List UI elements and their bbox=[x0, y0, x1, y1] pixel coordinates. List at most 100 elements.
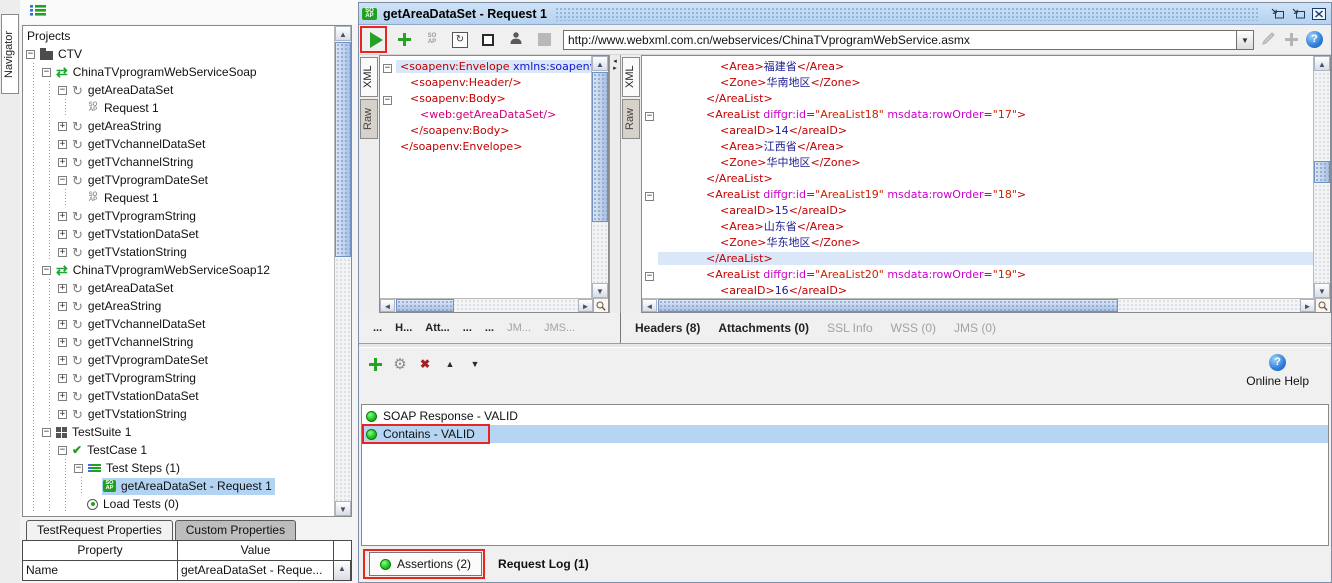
collapse-box[interactable]: − bbox=[58, 445, 67, 455]
help-button[interactable]: ? bbox=[1306, 31, 1323, 48]
endpoint-url-input[interactable] bbox=[563, 29, 1237, 50]
expand-box[interactable]: + bbox=[58, 157, 67, 167]
assertions-tab[interactable]: Assertions (2) bbox=[369, 552, 483, 576]
scroll-up-icon[interactable]: ▲ bbox=[592, 56, 608, 71]
editor-splitter[interactable]: ◂ ▸ bbox=[609, 55, 621, 313]
recreate-request-button[interactable]: ↻ bbox=[451, 30, 469, 50]
collapse-box[interactable]: − bbox=[42, 265, 51, 275]
tree-node[interactable]: Projects bbox=[23, 27, 334, 45]
scroll-left-icon[interactable]: ◄ bbox=[380, 299, 395, 312]
xml-line[interactable]: <Zone>华东地区</Zone> bbox=[642, 234, 1313, 250]
add-to-testcase-button[interactable] bbox=[395, 30, 413, 50]
properties-tab[interactable]: Custom Properties bbox=[174, 520, 297, 540]
scroll-right-icon[interactable]: ► bbox=[1300, 299, 1315, 312]
inspector-tab[interactable]: JMS (0) bbox=[954, 321, 996, 335]
xml-line[interactable]: −<soapenv:Envelope xmlns:soapenv="http bbox=[380, 58, 591, 74]
xml-line[interactable]: <Area>福建省</Area> bbox=[642, 58, 1313, 74]
zoom-icon[interactable] bbox=[1315, 298, 1330, 312]
xml-line[interactable]: <areaID>16</areaID> bbox=[642, 282, 1313, 298]
expand-box[interactable]: + bbox=[58, 301, 67, 311]
editor-tab-xml[interactable]: XML bbox=[360, 57, 378, 97]
expand-box[interactable]: + bbox=[58, 139, 67, 149]
request-window-titlebar[interactable]: SO AP getAreaDataSet - Request 1 bbox=[359, 3, 1331, 25]
xml-line[interactable]: <areaID>14</areaID> bbox=[642, 122, 1313, 138]
tree-node[interactable]: + ↻ getAreaDataSet bbox=[23, 279, 334, 297]
inspector-tab[interactable]: WSS (0) bbox=[891, 321, 936, 335]
xml-line[interactable]: <Area>江西省</Area> bbox=[642, 138, 1313, 154]
xml-line[interactable]: </AreaList> bbox=[642, 170, 1313, 186]
xml-line[interactable]: <soapenv:Header/> bbox=[380, 74, 591, 90]
inspector-tab[interactable]: Att... bbox=[425, 322, 449, 334]
tree-node[interactable]: + ↻ getTVchannelDataSet bbox=[23, 135, 334, 153]
expand-box[interactable]: + bbox=[58, 391, 67, 401]
move-down-button[interactable]: ▼ bbox=[467, 356, 483, 372]
tree-node[interactable]: − CTV bbox=[23, 45, 334, 63]
fold-toggle-icon[interactable]: − bbox=[645, 191, 654, 201]
soap-action-button[interactable]: SO AP bbox=[423, 30, 441, 50]
assertion-item[interactable]: SOAP Response - VALID bbox=[362, 407, 1328, 425]
tree-node[interactable]: + ↻ getTVprogramString bbox=[23, 369, 334, 387]
online-help-link[interactable]: Online Help bbox=[1246, 374, 1309, 388]
response-hscrollbar[interactable]: ◄ ► bbox=[642, 298, 1315, 312]
tree-node[interactable]: + ↻ getTVchannelString bbox=[23, 333, 334, 351]
editor-tab-raw[interactable]: Raw bbox=[360, 99, 378, 139]
xml-line[interactable]: </AreaList> bbox=[642, 250, 1313, 266]
tree-node[interactable]: SO AP Request 1 bbox=[23, 99, 334, 117]
scroll-up-icon[interactable]: ▲ bbox=[335, 26, 351, 41]
scroll-thumb[interactable] bbox=[592, 72, 608, 222]
tree-scrollbar[interactable]: ▲ ▼ bbox=[334, 26, 351, 516]
inspector-tab[interactable]: JMS... bbox=[544, 322, 575, 334]
xml-line[interactable]: − <AreaList diffgr:id="AreaList18" msdata… bbox=[642, 106, 1313, 122]
expand-box[interactable]: + bbox=[58, 355, 67, 365]
run-request-button[interactable] bbox=[367, 30, 385, 50]
xml-line[interactable]: <areaID>15</areaID> bbox=[642, 202, 1313, 218]
xml-line[interactable]: </soapenv:Envelope> bbox=[380, 138, 591, 154]
cancel-request-button[interactable] bbox=[479, 30, 497, 50]
inspector-tab[interactable]: ... bbox=[463, 322, 472, 334]
xml-line[interactable]: <web:getAreaDataSet/> bbox=[380, 106, 591, 122]
tree-options-icon[interactable] bbox=[30, 4, 46, 20]
inspector-tab[interactable]: ... bbox=[373, 322, 382, 334]
edit-disabled-button[interactable] bbox=[1262, 31, 1277, 48]
scroll-thumb[interactable] bbox=[658, 299, 1118, 312]
request-log-tab[interactable]: Request Log (1) bbox=[498, 557, 589, 571]
collapse-box[interactable]: − bbox=[26, 49, 35, 59]
tree-node[interactable]: SO AP Request 1 bbox=[23, 189, 334, 207]
scroll-up-icon[interactable]: ▲ bbox=[1314, 56, 1330, 71]
expand-box[interactable]: + bbox=[58, 409, 67, 419]
inspector-tab[interactable]: JM... bbox=[507, 322, 531, 334]
inspector-tab[interactable]: Headers (8) bbox=[635, 321, 700, 335]
scroll-thumb[interactable] bbox=[1314, 161, 1330, 183]
fold-toggle-icon[interactable]: − bbox=[645, 111, 654, 121]
scroll-down-icon[interactable]: ▼ bbox=[592, 283, 608, 298]
tree-node[interactable]: + ↻ getTVchannelString bbox=[23, 153, 334, 171]
tree-node[interactable]: − ⇄ ChinaTVprogramWebServiceSoap bbox=[23, 63, 334, 81]
editor-tab-raw[interactable]: Raw bbox=[622, 99, 640, 139]
collapse-right-icon[interactable]: ▸ bbox=[613, 65, 617, 72]
move-up-button[interactable]: ▲ bbox=[442, 356, 458, 372]
configure-assertion-button[interactable]: ⚙ bbox=[392, 356, 408, 372]
fold-toggle-icon[interactable]: − bbox=[383, 95, 392, 105]
xml-line[interactable]: <Area>山东省</Area> bbox=[642, 218, 1313, 234]
zoom-icon[interactable] bbox=[593, 298, 608, 312]
collapse-box[interactable]: − bbox=[74, 463, 83, 473]
tree-node[interactable]: − ↻ getAreaDataSet bbox=[23, 81, 334, 99]
navigator-tab[interactable]: Navigator bbox=[1, 14, 19, 94]
minimize-window-button[interactable] bbox=[1268, 6, 1286, 22]
props-scroll-up-icon[interactable]: ▲ bbox=[334, 560, 351, 580]
remove-assertion-button[interactable]: ✖ bbox=[417, 356, 433, 372]
expand-box[interactable]: + bbox=[58, 247, 67, 257]
collapse-box[interactable]: − bbox=[58, 85, 67, 95]
collapse-left-icon[interactable]: ◂ bbox=[613, 58, 617, 65]
expand-box[interactable]: + bbox=[58, 229, 67, 239]
help-icon[interactable]: ? bbox=[1269, 354, 1287, 371]
xml-line[interactable]: </AreaList> bbox=[642, 90, 1313, 106]
tree-node[interactable]: + ↻ getTVprogramDateSet bbox=[23, 351, 334, 369]
tree-node[interactable]: + ↻ getTVstationString bbox=[23, 405, 334, 423]
properties-tab[interactable]: TestRequest Properties bbox=[26, 520, 173, 540]
tree-node[interactable]: − Test Steps (1) bbox=[23, 459, 334, 477]
credentials-button[interactable] bbox=[507, 30, 525, 50]
request-vscrollbar[interactable]: ▲ ▼ bbox=[591, 56, 608, 298]
tree-node[interactable]: − ✔ TestCase 1 bbox=[23, 441, 334, 459]
tree-node[interactable]: − TestSuite 1 bbox=[23, 423, 334, 441]
